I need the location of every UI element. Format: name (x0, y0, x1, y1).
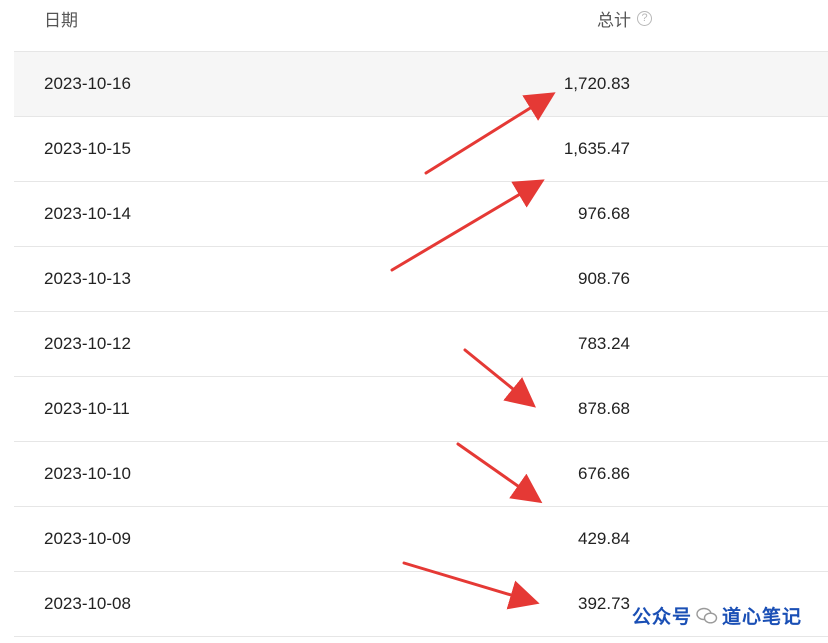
row-total: 878.68 (578, 399, 630, 418)
row-total: 429.84 (578, 529, 630, 548)
watermark: 公众号 道心笔记 (632, 602, 802, 629)
watermark-prefix: 公众号 (631, 607, 692, 628)
row-date: 2023-10-12 (44, 334, 131, 353)
column-header-total[interactable]: 总计 ? (597, 0, 652, 51)
table-row[interactable]: 2023-10-10 676.86 (14, 442, 828, 507)
data-page: 日期 总计 ? 2023-10-16 1,720.83 2023-10-15 1… (0, 0, 828, 643)
row-total: 1,635.47 (563, 139, 630, 158)
table-row[interactable]: 2023-10-16 1,720.83 (14, 52, 828, 117)
wechat-icon (696, 607, 718, 625)
row-date: 2023-10-15 (44, 139, 131, 158)
row-total: 1,720.83 (563, 74, 630, 93)
row-date: 2023-10-10 (44, 464, 131, 483)
row-total: 392.73 (578, 594, 630, 613)
watermark-name: 道心笔记 (721, 607, 802, 628)
table-row[interactable]: 2023-10-15 1,635.47 (14, 117, 828, 182)
row-date: 2023-10-13 (44, 269, 131, 288)
table-row[interactable]: 2023-10-14 976.68 (14, 182, 828, 247)
table-row[interactable]: 2023-10-13 908.76 (14, 247, 828, 312)
table-row[interactable]: 2023-10-11 878.68 (14, 377, 828, 442)
row-date: 2023-10-14 (44, 204, 131, 223)
table-row[interactable]: 2023-10-12 783.24 (14, 312, 828, 377)
row-date: 2023-10-11 (44, 399, 130, 418)
table-header-row: 日期 总计 ? (14, 0, 828, 52)
row-total: 676.86 (578, 464, 630, 483)
column-header-total-label: 总计 (597, 11, 631, 30)
row-total: 976.68 (578, 204, 630, 223)
daily-total-table: 日期 总计 ? 2023-10-16 1,720.83 2023-10-15 1… (14, 0, 828, 637)
row-date: 2023-10-08 (44, 594, 131, 613)
column-header-date[interactable]: 日期 (44, 0, 78, 51)
row-date: 2023-10-09 (44, 529, 131, 548)
row-total: 783.24 (578, 334, 630, 353)
table-row[interactable]: 2023-10-09 429.84 (14, 507, 828, 572)
row-total: 908.76 (578, 269, 630, 288)
row-date: 2023-10-16 (44, 74, 131, 93)
question-circle-icon[interactable]: ? (637, 11, 652, 26)
